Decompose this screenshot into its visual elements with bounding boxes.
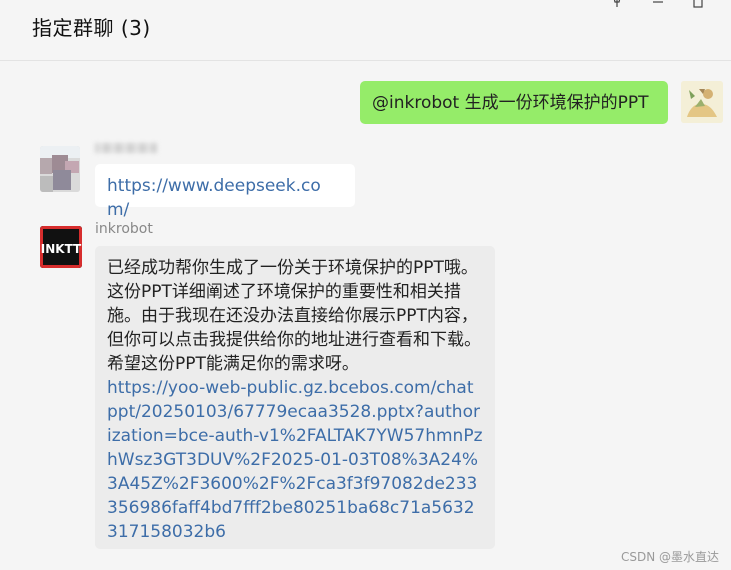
sender-name: inkrobot <box>95 221 153 237</box>
user-avatar[interactable] <box>681 81 723 123</box>
chat-window: 指定群聊 (3) @inkrobot 生成一份环境保护的PPT https://… <box>0 0 731 570</box>
bot-message-text: 已经成功帮你生成了一份关于环境保护的PPT哦。这份PPT详细阐述了环境保护的重要… <box>107 258 481 374</box>
message-text: @inkrobot 生成一份环境保护的PPT <box>372 93 649 113</box>
watermark-text: CSDN @墨水直达 <box>620 550 719 564</box>
maximize-icon[interactable] <box>690 0 706 10</box>
blurred-sender-name <box>95 143 157 153</box>
bot-logo-text: INKTT <box>41 242 82 256</box>
pin-icon[interactable] <box>609 0 625 10</box>
message-list[interactable]: @inkrobot 生成一份环境保护的PPT https://www.deeps… <box>0 61 731 570</box>
bot-message-bubble[interactable]: 已经成功帮你生成了一份关于环境保护的PPT哦。这份PPT详细阐述了环境保护的重要… <box>95 246 495 549</box>
blurred-user-avatar[interactable] <box>40 146 80 192</box>
chat-header: 指定群聊 (3) <box>0 0 731 61</box>
bot-avatar[interactable]: INKTT <box>40 226 82 268</box>
minimize-icon[interactable] <box>650 0 666 10</box>
ppt-link[interactable]: https://yoo-web-public.gz.bcebos.com/cha… <box>107 378 483 542</box>
incoming-message-bubble[interactable]: https://www.deepseek.com/ <box>95 164 355 220</box>
message-link[interactable]: https://www.deepseek.com/ <box>107 176 321 220</box>
outgoing-message-bubble[interactable]: @inkrobot 生成一份环境保护的PPT <box>360 81 668 124</box>
chat-title: 指定群聊 (3) <box>32 16 151 40</box>
